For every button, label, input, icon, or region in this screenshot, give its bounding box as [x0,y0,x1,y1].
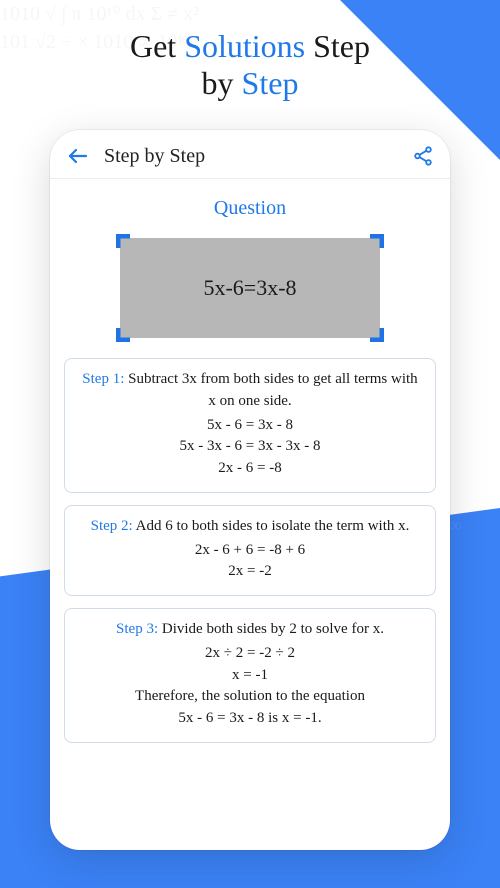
phone-frame: Step by Step Question 5x-6=3x-8 Step 1: … [50,130,450,850]
step-desc: Subtract 3x from both sides to get all t… [124,371,417,409]
app-bar-title: Step by Step [104,145,398,168]
headline-accent-1: Solutions [184,28,305,64]
step-label: Step 3: [116,621,158,637]
step-equation-line: 5x - 3x - 6 = 3x - 3x - 8 [79,436,421,458]
app-bar: Step by Step [50,130,450,179]
step-text: Step 1: Subtract 3x from both sides to g… [79,369,421,413]
step-equation-line: Therefore, the solution to the equation [79,686,421,708]
share-icon[interactable] [412,145,434,167]
step-card-3: Step 3: Divide both sides by 2 to solve … [64,608,436,743]
question-equation: 5x-6=3x-8 [203,275,296,301]
step-equation-line: 2x = -2 [79,561,421,583]
step-equation-line: 5x - 6 = 3x - 8 [79,415,421,437]
step-desc: Divide both sides by 2 to solve for x. [158,621,384,637]
question-image-box: 5x-6=3x-8 [120,238,380,338]
back-arrow-icon[interactable] [66,144,90,168]
marketing-headline: Get Solutions Step by Step [0,0,500,112]
step-equation-line: 5x - 6 = 3x - 8 is x = -1. [79,708,421,730]
step-lines: 2x - 6 + 6 = -8 + 6 2x = -2 [79,540,421,584]
step-text: Step 3: Divide both sides by 2 to solve … [79,619,421,641]
step-equation-line: 2x - 6 + 6 = -8 + 6 [79,540,421,562]
crop-corner-icon [364,234,384,254]
step-equation-line: 2x ÷ 2 = -2 ÷ 2 [79,643,421,665]
headline-accent-2: Step [242,65,299,101]
step-label: Step 1: [82,371,124,387]
headline-text-1: Get [130,28,184,64]
headline-text-3: by [202,65,242,101]
step-desc: Add 6 to both sides to isolate the term … [133,518,410,534]
step-label: Step 2: [91,518,133,534]
step-card-2: Step 2: Add 6 to both sides to isolate t… [64,505,436,596]
step-equation-line: x = -1 [79,665,421,687]
step-card-1: Step 1: Subtract 3x from both sides to g… [64,358,436,493]
crop-corner-icon [364,322,384,342]
headline-text-2: Step [305,28,370,64]
step-lines: 5x - 6 = 3x - 8 5x - 3x - 6 = 3x - 3x - … [79,415,421,480]
step-lines: 2x ÷ 2 = -2 ÷ 2 x = -1 Therefore, the so… [79,643,421,730]
step-text: Step 2: Add 6 to both sides to isolate t… [79,516,421,538]
crop-corner-icon [116,322,136,342]
question-heading: Question [64,197,436,220]
content-area: Question 5x-6=3x-8 Step 1: Subtract 3x f… [50,179,450,753]
crop-corner-icon [116,234,136,254]
step-equation-line: 2x - 6 = -8 [79,458,421,480]
